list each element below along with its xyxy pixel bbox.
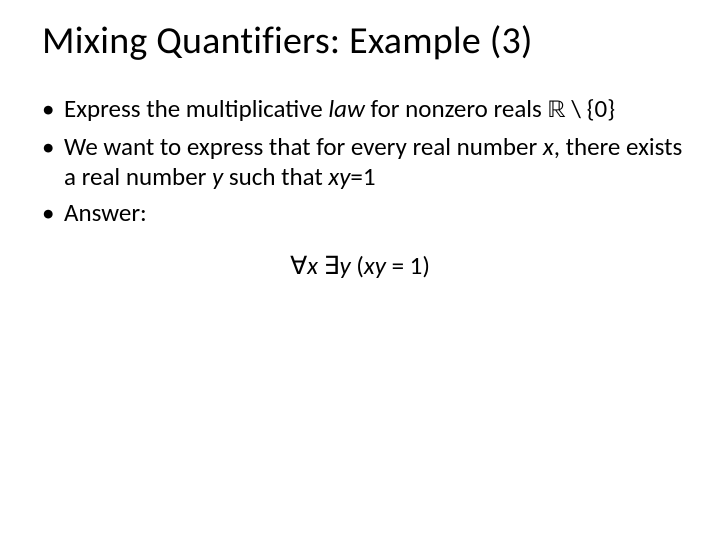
- list-item: We want to express that for every real n…: [64, 132, 690, 192]
- text: We want to express that for every real n…: [64, 131, 543, 162]
- text: \ {0}: [566, 93, 615, 124]
- list-item: Express the multiplicative law for nonze…: [64, 94, 690, 126]
- text: Answer:: [64, 197, 147, 228]
- slide-title: Mixing Quantifiers: Example (3): [42, 18, 690, 64]
- bullet-list: Express the multiplicative law for nonze…: [30, 94, 690, 228]
- emphasis-law: law: [328, 93, 364, 124]
- exists-symbol: ∃: [324, 250, 340, 281]
- list-item: Answer:: [64, 198, 690, 228]
- equals-one: = 1: [392, 250, 423, 281]
- variable-y: y: [339, 250, 356, 281]
- slide: Mixing Quantifiers: Example (3) Express …: [0, 0, 720, 540]
- text: =1: [350, 161, 375, 192]
- text: for nonzero reals: [365, 93, 548, 124]
- paren-open: (: [356, 250, 364, 281]
- expression-xy: xy: [364, 250, 392, 281]
- variable-y: y: [212, 161, 223, 192]
- paren-close: ): [422, 250, 430, 281]
- forall-symbol: ∀: [290, 250, 307, 281]
- text: Express the multiplicative: [64, 93, 328, 124]
- text: such that: [223, 161, 328, 192]
- variable-x: x: [307, 250, 323, 281]
- formula: ∀x ∃y (xy = 1): [30, 250, 690, 281]
- variable-x: x: [543, 131, 554, 162]
- expression-xy: xy: [328, 161, 350, 192]
- real-numbers-symbol: ℝ: [547, 98, 565, 123]
